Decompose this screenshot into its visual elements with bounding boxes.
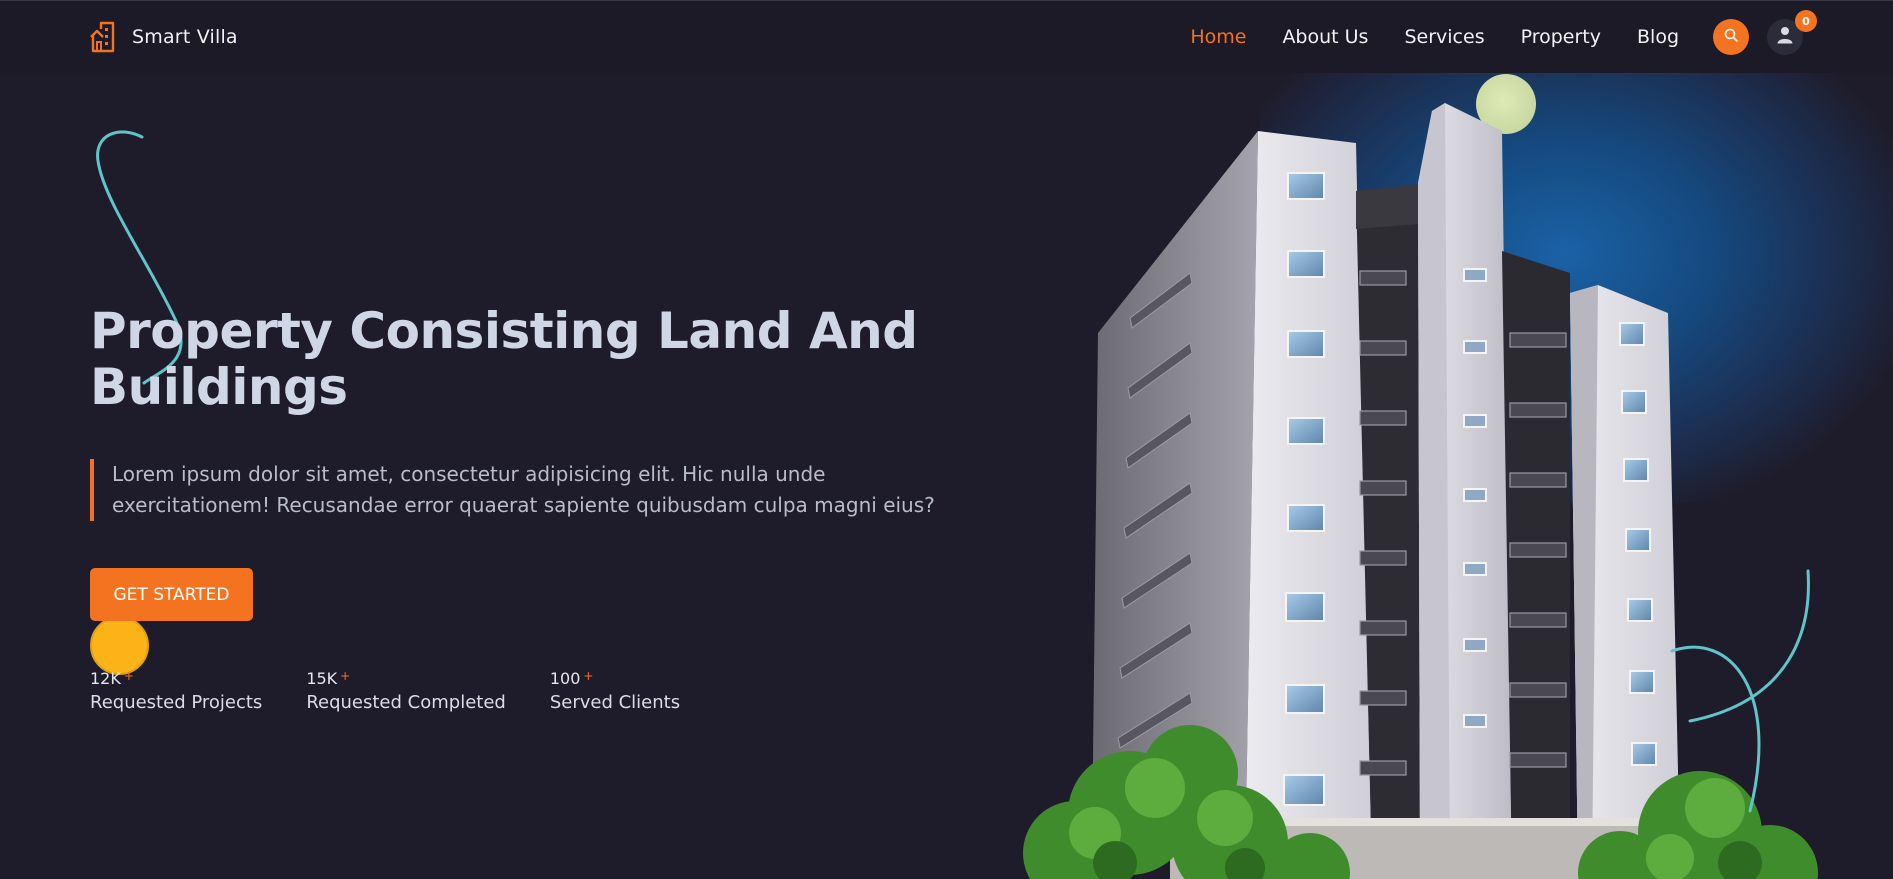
stat-served-clients: 100 + Served Clients xyxy=(550,669,680,713)
stat-value: 100 + xyxy=(549,669,594,688)
main-nav: Home About Us Services Property Blog xyxy=(1190,26,1679,48)
nav-about-us[interactable]: About Us xyxy=(1282,26,1368,48)
page: Smart Villa Home About Us Services Prope… xyxy=(0,0,1893,879)
stat-label: Requested Projects xyxy=(90,692,263,713)
stat-label: Requested Completed xyxy=(306,692,506,713)
stat-requested-completed: 15K + Requested Completed xyxy=(306,669,506,713)
nav-blog[interactable]: Blog xyxy=(1637,26,1679,48)
nav-services[interactable]: Services xyxy=(1404,26,1484,48)
hero-title: Property Consisting Land And Buildings xyxy=(90,302,918,416)
stats-row: 12K + Requested Projects 15K + Requested C… xyxy=(90,669,680,713)
nav-property[interactable]: Property xyxy=(1521,26,1601,48)
get-started-button[interactable]: GET STARTED xyxy=(90,568,253,621)
building-logo-icon xyxy=(90,21,116,53)
decorative-squiggle-right xyxy=(1670,569,1810,813)
search-icon xyxy=(1723,27,1739,47)
user-button[interactable]: 0 xyxy=(1767,10,1817,55)
brand[interactable]: Smart Villa xyxy=(90,21,238,53)
cart-count-badge: 0 xyxy=(1795,10,1817,32)
hero-section: Property Consisting Land And Buildings L… xyxy=(90,303,990,521)
hero-description: Lorem ipsum dolor sit amet, consectetur … xyxy=(90,459,970,521)
nav-home[interactable]: Home xyxy=(1190,26,1246,48)
user-icon xyxy=(1777,26,1793,48)
navbar: Smart Villa Home About Us Services Prope… xyxy=(0,1,1893,73)
stat-value: 15K + xyxy=(306,669,351,688)
stat-label: Served Clients xyxy=(549,692,681,713)
decorative-yellow-circle xyxy=(90,616,149,675)
search-button[interactable] xyxy=(1713,19,1749,55)
stat-requested-projects: 12K + Requested Projects xyxy=(90,669,262,713)
brand-name: Smart Villa xyxy=(132,26,238,48)
stat-value: 12K + xyxy=(90,669,134,688)
